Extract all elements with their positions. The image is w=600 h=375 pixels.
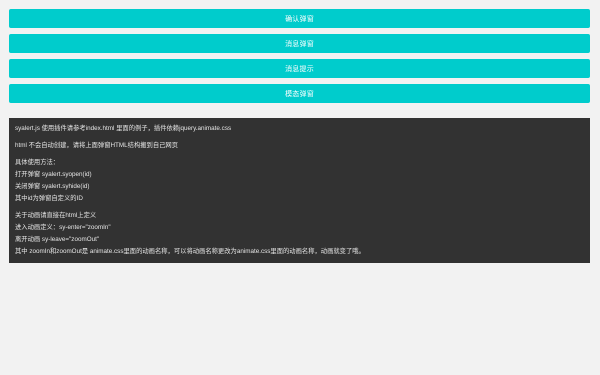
panel-line-leave: 离开动画 sy-leave="zoomOut" (15, 236, 100, 243)
instructions-panel: syalert.js 使用插件请参考index.html 里面的例子，插件依赖j… (9, 118, 590, 263)
panel-line-enter: 进入动画定义：sy-enter="zoomIn" (15, 224, 111, 231)
panel-line-html-note: html 不会自动创建，请将上面弹窗HTML结构搬到自己网页 (15, 142, 179, 149)
panel-line-animation-title: 关于动画请直接在html上定义 (15, 212, 97, 219)
panel-line-usage: syalert.js 使用插件请参考index.html 里面的例子，插件依赖j… (15, 125, 232, 132)
modal-dialog-button[interactable]: 模态弹窗 (9, 84, 590, 103)
message-toast-button[interactable]: 消息提示 (9, 59, 590, 78)
panel-line-open: 打开弹窗 syalert.syopen(id) (15, 171, 92, 178)
button-stack: 确认弹窗 消息弹窗 消息提示 模态弹窗 (9, 9, 590, 109)
panel-line-animation-note: 其中 zoomIn和zoomOut是 animate.css里面的动画名称，可以… (15, 248, 365, 255)
message-dialog-button[interactable]: 消息弹窗 (9, 34, 590, 53)
panel-line-howto-title: 具体使用方法： (15, 159, 60, 166)
confirm-dialog-button[interactable]: 确认弹窗 (9, 9, 590, 28)
panel-line-id-note: 其中id为弹窗自定义的ID (15, 195, 83, 202)
panel-line-close: 关闭弹窗 syalert.syhide(id) (15, 183, 90, 190)
